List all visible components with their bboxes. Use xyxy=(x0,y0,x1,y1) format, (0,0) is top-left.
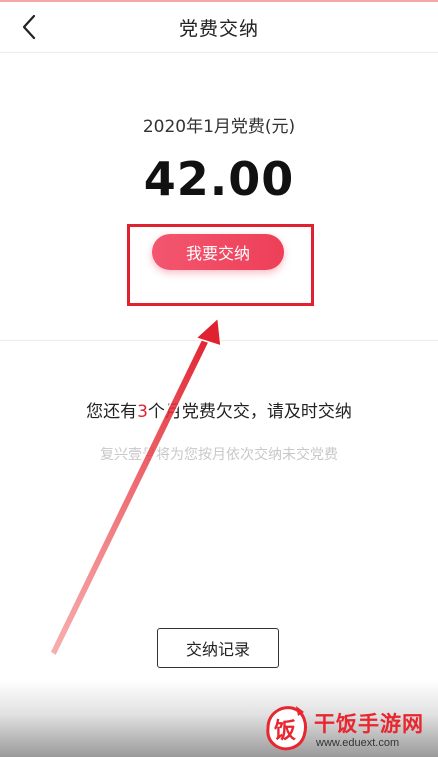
svg-text:饭: 饭 xyxy=(274,718,296,744)
chevron-left-icon xyxy=(22,14,36,40)
fee-period-label: 2020年1月党费(元) xyxy=(142,117,296,137)
back-button[interactable] xyxy=(14,12,44,42)
arrears-hint: 复兴壹号将为您按月依次交纳未交党费 xyxy=(100,447,338,463)
page-title: 党费交纳 xyxy=(178,17,259,40)
arrears-prefix: 您还有 xyxy=(86,402,138,422)
watermark-url: www.eduext.com xyxy=(316,737,400,749)
watermark-logo-icon: 饭 xyxy=(266,706,307,751)
watermark: 饭 干饭手游网 www.eduext.com xyxy=(258,700,438,757)
payment-records-button[interactable]: 交纳记录 xyxy=(157,628,279,668)
arrears-suffix: 个月党费欠交，请及时交纳 xyxy=(147,402,352,422)
arrears-message: 您还有3个月党费欠交，请及时交纳 xyxy=(0,397,438,422)
pay-button[interactable]: 我要交纳 xyxy=(152,234,284,270)
bottom-fade-overlay xyxy=(0,680,438,757)
fee-amount: 42.00 xyxy=(143,152,295,206)
watermark-text: 干饭手游网 xyxy=(314,712,424,736)
navigation-bar: 党费交纳 xyxy=(0,2,438,53)
section-divider xyxy=(0,340,438,341)
arrears-count: 3 xyxy=(137,402,148,422)
screen: 党费交纳 2020年1月党费(元) 42.00 我要交纳 您还有3个月党费欠交，… xyxy=(0,0,438,757)
